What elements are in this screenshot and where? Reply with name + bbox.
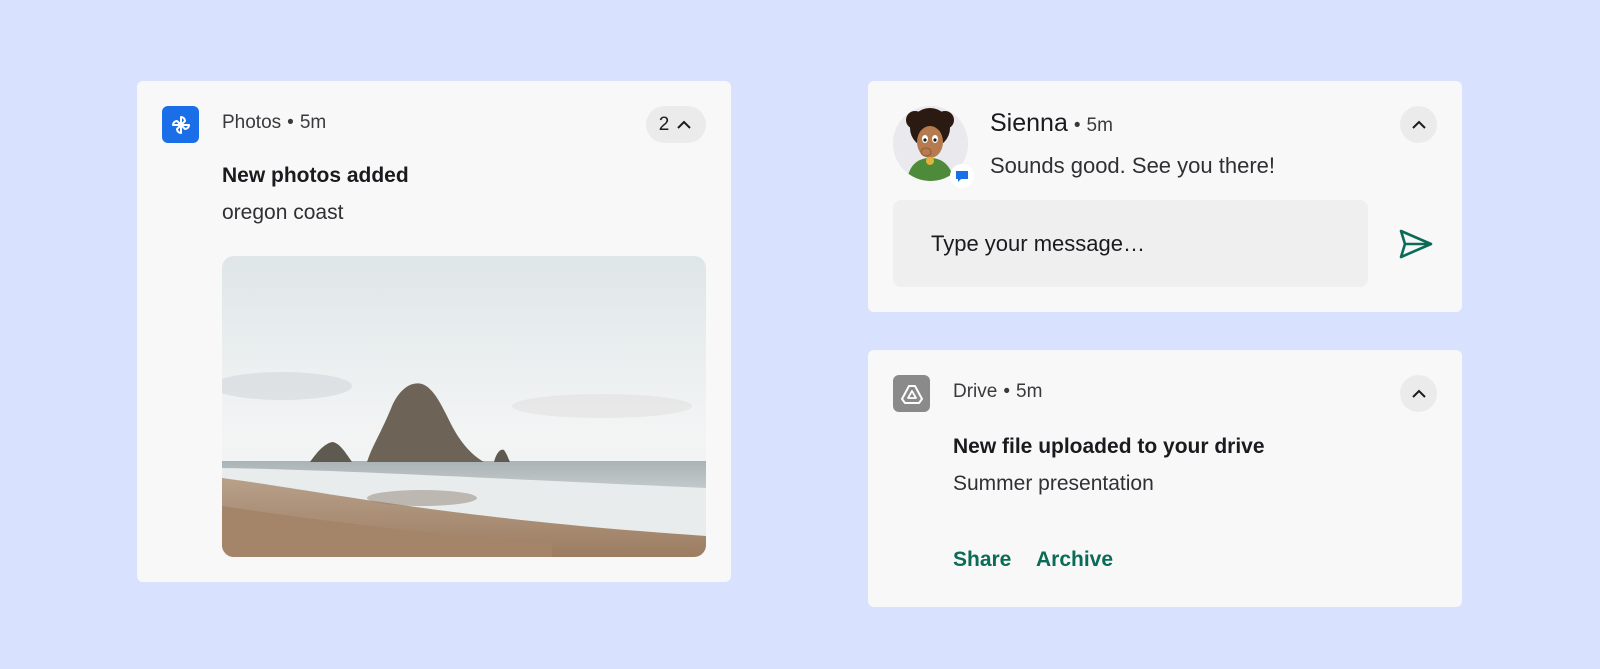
photos-pinwheel-icon (162, 106, 199, 143)
photos-notification-card[interactable]: Photos • 5m 2 New photos added oregon coas… (137, 81, 731, 582)
notification-title: New file uploaded to your drive (953, 435, 1265, 458)
photos-header: Photos • 5m (222, 112, 326, 134)
archive-button[interactable]: Archive (1036, 548, 1113, 572)
notification-text: oregon coast (222, 201, 344, 224)
notification-count-expand-button[interactable]: 2 (646, 106, 706, 143)
timestamp: 5m (1086, 115, 1113, 136)
coastal-sea-stack-photo[interactable] (222, 256, 706, 557)
chevron-up-icon (677, 120, 691, 129)
separator-dot: • (1073, 115, 1081, 136)
app-name: Drive (953, 381, 998, 402)
chevron-up-icon (1411, 120, 1426, 129)
messages-bubble-icon (950, 164, 974, 188)
notification-count: 2 (658, 113, 670, 135)
timestamp: 5m (1016, 381, 1043, 402)
message-notification-card[interactable]: Sienna • 5m Sounds good. See you there! (868, 81, 1462, 312)
send-button[interactable] (1398, 226, 1434, 262)
drive-header: Drive • 5m (953, 381, 1042, 403)
notification-title: New photos added (222, 164, 409, 187)
sender-header: Sienna • 5m (990, 109, 1113, 138)
send-arrow-icon (1399, 229, 1433, 259)
drive-notification-card[interactable]: Drive • 5m New file uploaded to your drive… (868, 350, 1462, 607)
app-name: Photos (222, 112, 282, 133)
collapse-button[interactable] (1400, 106, 1437, 143)
collapse-button[interactable] (1400, 375, 1437, 412)
separator-dot: • (287, 112, 294, 133)
share-button[interactable]: Share (953, 548, 1011, 572)
timestamp: 5m (299, 112, 327, 133)
sender-name: Sienna (990, 109, 1068, 137)
separator-dot: • (1003, 381, 1010, 402)
notification-text: Summer presentation (953, 472, 1154, 495)
chevron-up-icon (1411, 389, 1426, 398)
reply-input[interactable] (893, 200, 1368, 287)
drive-triangle-icon (893, 375, 930, 412)
message-text: Sounds good. See you there! (990, 153, 1275, 178)
